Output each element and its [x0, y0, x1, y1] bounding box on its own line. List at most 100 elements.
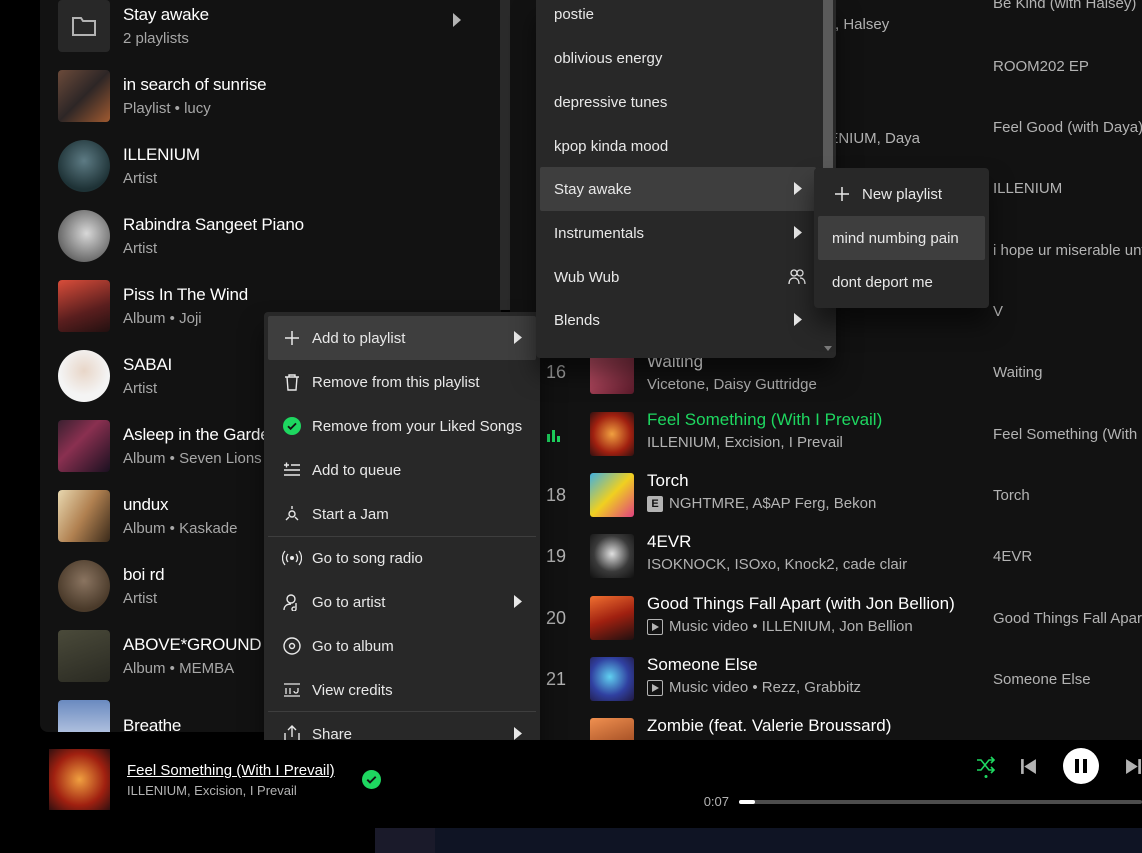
track-album[interactable]: Waiting: [993, 342, 1042, 403]
library-item-subtitle: Album • Joji: [123, 309, 202, 327]
cover-art: [58, 70, 110, 122]
track-artist: E NGHTMRE, A$AP Ferg, Bekon: [647, 495, 876, 512]
cover-art: [590, 657, 634, 701]
track-album[interactable]: ILLENIUM: [993, 158, 1062, 219]
previous-icon[interactable]: [1020, 758, 1037, 775]
menu-item-label: View credits: [312, 681, 393, 699]
menu-item-label: depressive tunes: [554, 93, 668, 111]
track-album[interactable]: Feel Something (With I Prevail): [993, 404, 1142, 465]
menu-item-label: Instrumentals: [554, 224, 645, 242]
table-row[interactable]: 18 Torch E NGHTMRE, A$AP Ferg, Bekon Tor…: [510, 465, 1142, 526]
library-item-title: Breathe: [123, 716, 182, 732]
now-playing-cover[interactable]: [49, 749, 110, 810]
playlist-option[interactable]: Wub Wub: [540, 255, 816, 299]
library-item[interactable]: Rabindra Sangeet Piano Artist: [58, 205, 488, 267]
table-row[interactable]: 21 Someone Else Music video • Rezz, Grab…: [510, 649, 1142, 710]
chevron-right-icon: [514, 331, 522, 344]
menu-item-add-to-playlist[interactable]: Add to playlist: [268, 316, 536, 360]
playlist-option[interactable]: mind numbing pain: [818, 216, 985, 260]
chevron-right-icon: [453, 13, 461, 27]
pause-button[interactable]: [1063, 748, 1099, 784]
progress-bar[interactable]: [739, 800, 1142, 804]
track-title[interactable]: Zombie (feat. Valerie Broussard): [647, 716, 891, 736]
menu-item-label: mind numbing pain: [832, 229, 959, 247]
library-item[interactable]: ILLENIUM Artist: [58, 135, 488, 197]
library-item-subtitle: Artist: [123, 589, 158, 607]
plus-icon: [832, 184, 852, 204]
track-title[interactable]: Someone Else: [647, 655, 758, 675]
track-album[interactable]: Feel Good (with Daya): [993, 97, 1142, 158]
now-playing-artist[interactable]: ILLENIUM, Excision, I Prevail: [127, 783, 297, 798]
track-album[interactable]: ROOM202 EP: [993, 36, 1089, 97]
explicit-badge: E: [647, 495, 663, 512]
library-item-title: Asleep in the Garden: [123, 424, 279, 444]
menu-item-new-playlist[interactable]: New playlist: [818, 172, 985, 216]
table-row[interactable]: Feel Something (With I Prevail) ILLENIUM…: [510, 404, 1142, 465]
menu-item-go-to-artist[interactable]: Go to artist: [268, 580, 536, 624]
playlist-folder-option[interactable]: Stay awake: [540, 167, 816, 211]
track-artist-names: NGHTMRE, A$AP Ferg, Bekon: [669, 495, 877, 512]
table-row[interactable]: 20 Good Things Fall Apart (with Jon Bell…: [510, 588, 1142, 649]
radio-icon: [282, 548, 302, 568]
shuffle-icon[interactable]: [976, 756, 996, 778]
next-icon[interactable]: [1125, 758, 1142, 775]
playlist-folder-option[interactable]: Instrumentals: [540, 211, 816, 255]
track-album[interactable]: Good Things Fall Apart: [993, 588, 1142, 649]
library-item[interactable]: in search of sunrise Playlist • lucy: [58, 65, 488, 127]
credits-icon: [282, 680, 302, 700]
context-menu: Add to playlist Remove from this playlis…: [264, 312, 540, 758]
track-album[interactable]: 4EVR: [993, 526, 1032, 587]
table-row[interactable]: Zombie (feat. Valerie Broussard): [510, 710, 1142, 740]
liked-check-icon[interactable]: [362, 770, 381, 789]
track-album[interactable]: V: [993, 281, 1003, 342]
track-album[interactable]: Someone Else: [993, 649, 1091, 710]
playlist-option[interactable]: dont deport me: [818, 260, 985, 304]
menu-item-song-radio[interactable]: Go to song radio: [268, 536, 536, 580]
track-album[interactable]: i hope ur miserable until: [993, 220, 1142, 281]
menu-item-start-jam[interactable]: Start a Jam: [268, 492, 536, 536]
folder-submenu: New playlist mind numbing pain dont depo…: [814, 168, 989, 308]
menu-item-label: Remove from your Liked Songs: [312, 417, 523, 435]
track-title[interactable]: Torch: [647, 471, 689, 491]
playlist-folder-option[interactable]: Blends: [540, 298, 816, 342]
library-item-subtitle: Artist: [123, 239, 158, 257]
cover-art: [58, 630, 110, 682]
track-album[interactable]: Be Kind (with Halsey): [993, 0, 1136, 34]
menu-item-label: Go to album: [312, 637, 394, 655]
playlist-option[interactable]: depressive tunes: [540, 80, 832, 124]
library-item-title: Stay awake: [123, 4, 209, 24]
menu-item-label: Add to queue: [312, 461, 402, 479]
track-title[interactable]: Good Things Fall Apart (with Jon Bellion…: [647, 594, 955, 614]
track-title[interactable]: Feel Something (With I Prevail): [647, 410, 882, 430]
collaborative-icon: [788, 269, 806, 285]
playlist-option[interactable]: oblivious energy: [540, 36, 832, 80]
library-item-subtitle: Playlist • lucy: [123, 99, 211, 117]
plus-icon: [282, 328, 302, 348]
menu-item-view-credits[interactable]: View credits: [268, 668, 536, 712]
elapsed-time: 0:07: [703, 794, 729, 809]
library-item-title: undux: [123, 494, 169, 514]
menu-item-go-to-album[interactable]: Go to album: [268, 624, 536, 668]
library-item-title: Rabindra Sangeet Piano: [123, 214, 304, 234]
menu-item-remove-from-playlist[interactable]: Remove from this playlist: [268, 360, 536, 404]
playlist-option[interactable]: postie: [540, 0, 832, 36]
track-artist-names: Music video • ILLENIUM, Jon Bellion: [669, 618, 913, 635]
track-number: 20: [546, 608, 567, 628]
menu-item-label: Go to artist: [312, 593, 386, 611]
track-number: 18: [546, 485, 567, 505]
now-playing-title[interactable]: Feel Something (With I Prevail): [127, 762, 335, 779]
track-title[interactable]: 4EVR: [647, 532, 691, 552]
table-row[interactable]: 19 4EVR ISOKNOCK, ISOxo, Knock2, cade cl…: [510, 526, 1142, 587]
library-item-title: in search of sunrise: [123, 74, 267, 94]
menu-item-remove-liked[interactable]: Remove from your Liked Songs: [268, 404, 536, 448]
playlist-option[interactable]: kpop kinda mood: [540, 124, 832, 168]
library-scrollbar[interactable]: [500, 0, 510, 310]
track-album[interactable]: Torch: [993, 465, 1030, 526]
menu-item-add-to-queue[interactable]: Add to queue: [268, 448, 536, 492]
chevron-right-icon: [514, 595, 522, 608]
menu-item-label: Go to song radio: [312, 549, 423, 567]
library-item-subtitle: Album • Seven Lions: [123, 449, 262, 467]
cover-art: [58, 490, 110, 542]
library-item-folder[interactable]: Stay awake 2 playlists: [58, 0, 488, 57]
menu-item-label: kpop kinda mood: [554, 137, 669, 155]
